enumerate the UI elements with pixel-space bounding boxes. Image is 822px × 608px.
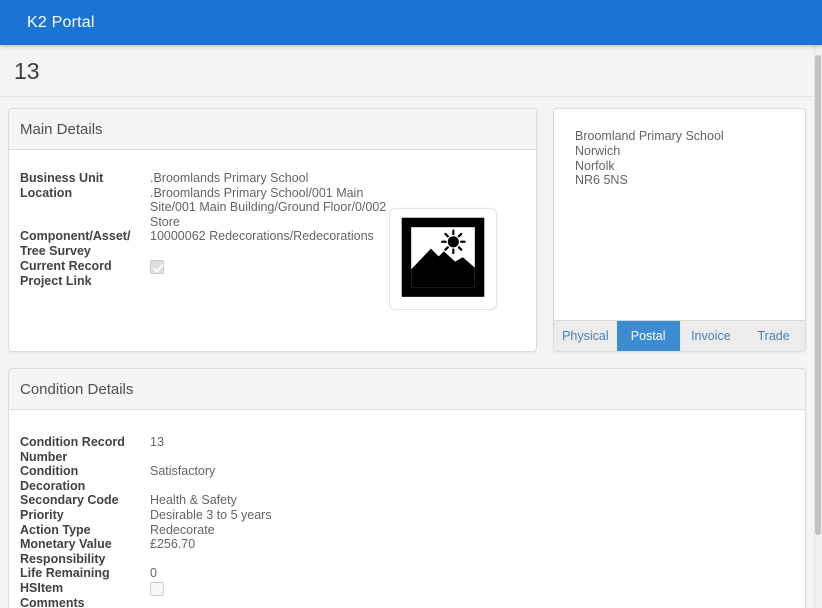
field-value bbox=[150, 596, 793, 608]
field-row: Life Remaining0 bbox=[20, 566, 793, 581]
address-lines: Broomland Primary SchoolNorwichNorfolkNR… bbox=[554, 109, 805, 188]
field-value: Redecorate bbox=[150, 523, 793, 538]
field-label: Secondary Code bbox=[20, 493, 150, 508]
checkbox[interactable] bbox=[150, 260, 164, 274]
field-row: Secondary CodeHealth & Safety bbox=[20, 493, 793, 508]
address-line: Norwich bbox=[575, 144, 795, 159]
main-details-card: Main Details Business Unit.Broomlands Pr… bbox=[8, 108, 537, 352]
condition-details-card: Condition Details Condition Record Numbe… bbox=[8, 368, 806, 608]
condition-details-title: Condition Details bbox=[9, 369, 805, 410]
picture-placeholder-icon bbox=[397, 216, 489, 302]
field-label: Condition Decoration bbox=[20, 464, 150, 493]
field-label: Action Type bbox=[20, 523, 150, 538]
main-details-title: Main Details bbox=[9, 109, 536, 150]
field-row: HSItem bbox=[20, 581, 793, 596]
checkbox[interactable] bbox=[150, 582, 164, 596]
field-value: 10000062 Redecorations/​Redecorations bbox=[150, 229, 388, 258]
field-value bbox=[150, 274, 388, 289]
field-label: Condition Record Number bbox=[20, 435, 150, 464]
field-value: Desirable 3 to 5 years bbox=[150, 508, 793, 523]
field-value: .Broomlands Primary School bbox=[150, 171, 388, 186]
vertical-scrollbar-track[interactable] bbox=[814, 45, 822, 608]
field-row: Condition DecorationSatisfactory bbox=[20, 464, 793, 493]
page-title: 13 bbox=[0, 45, 822, 85]
field-value bbox=[150, 259, 388, 274]
tab-physical[interactable]: Physical bbox=[554, 321, 617, 351]
field-label: Monetary Value bbox=[20, 537, 150, 552]
tab-postal[interactable]: Postal bbox=[617, 321, 680, 351]
field-label: Responsibility bbox=[20, 552, 150, 567]
field-value: 13 bbox=[150, 435, 793, 464]
field-value bbox=[150, 552, 793, 567]
field-value: Health & Safety bbox=[150, 493, 793, 508]
field-label: Comments bbox=[20, 596, 150, 608]
field-row: Responsibility bbox=[20, 552, 793, 567]
field-row: Business Unit.Broomlands Primary School bbox=[20, 171, 524, 186]
asset-photo-thumbnail[interactable] bbox=[389, 208, 497, 310]
field-value: .Broomlands Primary School/​001 Main Sit… bbox=[150, 186, 388, 230]
field-label: Business Unit bbox=[20, 171, 150, 186]
vertical-scrollbar-thumb[interactable] bbox=[815, 55, 821, 535]
app-header: K2 Portal bbox=[0, 0, 822, 45]
app-title: K2 Portal bbox=[27, 14, 95, 32]
field-value: 0 bbox=[150, 566, 793, 581]
field-label: Current Record bbox=[20, 259, 150, 274]
field-label: HSItem bbox=[20, 581, 150, 596]
field-label: Component/​Asset/​Tree Survey bbox=[20, 229, 150, 258]
field-row: PriorityDesirable 3 to 5 years bbox=[20, 508, 793, 523]
address-line: NR6 5NS bbox=[575, 173, 795, 188]
field-row: Action TypeRedecorate bbox=[20, 523, 793, 538]
address-tab-bar: PhysicalPostalInvoiceTrade bbox=[554, 320, 805, 351]
field-label: Life Remaining bbox=[20, 566, 150, 581]
tab-trade[interactable]: Trade bbox=[742, 321, 805, 351]
field-value: £256.70 bbox=[150, 537, 793, 552]
address-line: Broomland Primary School bbox=[575, 129, 795, 144]
address-line: Norfolk bbox=[575, 159, 795, 174]
page-heading-bar: 13 bbox=[0, 45, 822, 97]
address-card: Broomland Primary SchoolNorwichNorfolkNR… bbox=[553, 108, 806, 352]
condition-details-fields: Condition Record Number13Condition Decor… bbox=[9, 410, 805, 608]
field-value: Satisfactory bbox=[150, 464, 793, 493]
field-label: Location bbox=[20, 186, 150, 230]
field-label: Project Link bbox=[20, 274, 150, 289]
field-label: Priority bbox=[20, 508, 150, 523]
tab-invoice[interactable]: Invoice bbox=[680, 321, 743, 351]
field-row: Comments bbox=[20, 596, 793, 608]
field-row: Monetary Value£256.70 bbox=[20, 537, 793, 552]
field-value bbox=[150, 581, 793, 596]
field-row: Condition Record Number13 bbox=[20, 435, 793, 464]
